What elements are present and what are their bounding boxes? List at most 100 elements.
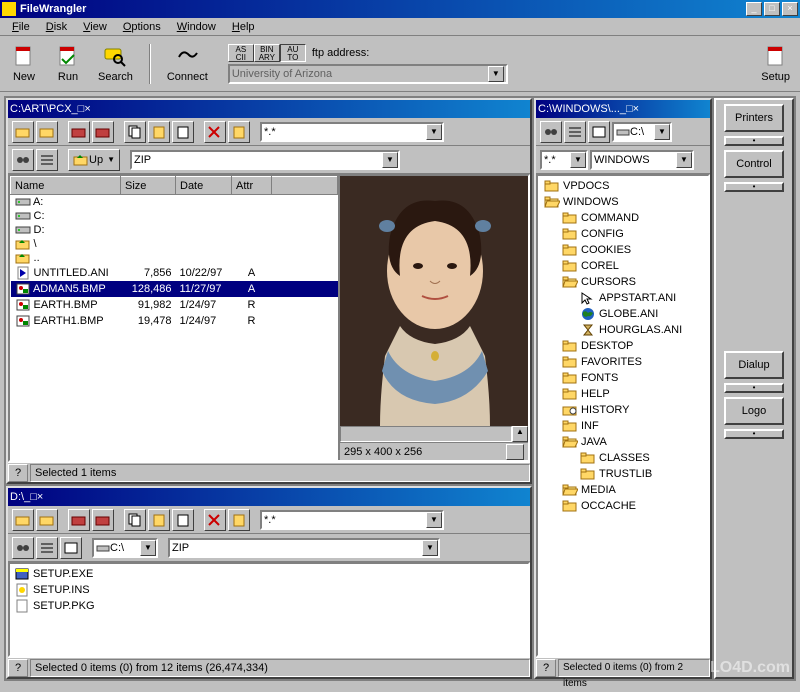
ftp-address-input[interactable]: University of Arizona ▼: [228, 64, 508, 84]
folder-new-icon[interactable]: [12, 509, 34, 531]
dialup-button[interactable]: Dialup: [724, 351, 784, 379]
table-row[interactable]: A:: [11, 195, 338, 210]
pane2-close[interactable]: ×: [37, 491, 43, 503]
pane2-file-list[interactable]: SETUP.EXESETUP.INSSETUP.PKG: [8, 562, 530, 657]
cut-icon[interactable]: [172, 509, 194, 531]
table-row[interactable]: ADMAN5.BMP128,48611/27/97A: [11, 281, 338, 297]
menu-help[interactable]: Help: [224, 19, 263, 35]
search-button[interactable]: Search: [92, 43, 139, 85]
tree-node[interactable]: CLASSES: [540, 450, 706, 466]
folder-icon[interactable]: [36, 509, 58, 531]
dropdown-icon[interactable]: ▼: [140, 540, 156, 556]
pane1-filter[interactable]: *.*▼: [260, 122, 444, 142]
maximize-button[interactable]: □: [764, 2, 780, 16]
table-row[interactable]: EARTH.BMP91,9821/24/97R: [11, 297, 338, 313]
connect-button[interactable]: Connect: [161, 43, 214, 85]
pane3-tree[interactable]: VPDOCSWINDOWSCOMMANDCONFIGCOOKIESCORELCU…: [536, 174, 710, 657]
tree-node[interactable]: HOURGLAS.ANI: [540, 322, 706, 338]
pane1-maximize[interactable]: □: [78, 103, 85, 115]
tree-node[interactable]: DESKTOP: [540, 338, 706, 354]
paste-icon[interactable]: [148, 509, 170, 531]
dropdown-icon[interactable]: ▼: [654, 124, 670, 140]
tree-node[interactable]: CURSORS: [540, 274, 706, 290]
pane2-drive[interactable]: C:\▼: [92, 538, 158, 558]
pane3-maximize[interactable]: □: [626, 103, 633, 115]
tree-node[interactable]: TRUSTLIB: [540, 466, 706, 482]
folder-icon[interactable]: [36, 121, 58, 143]
properties-icon[interactable]: [228, 121, 250, 143]
list-item[interactable]: SETUP.PKG: [12, 598, 526, 614]
logo-button[interactable]: Logo: [724, 397, 784, 425]
col-attr[interactable]: Attr: [232, 177, 272, 195]
binoculars-icon[interactable]: [12, 537, 34, 559]
tree-node[interactable]: INF: [540, 418, 706, 434]
dropdown-icon[interactable]: ▼: [570, 152, 586, 168]
dropdown-icon[interactable]: ▼: [676, 152, 692, 168]
properties-icon[interactable]: [228, 509, 250, 531]
tree-node[interactable]: COOKIES: [540, 242, 706, 258]
pane1-titlebar[interactable]: C:\ART\PCX _ □ ×: [8, 100, 530, 118]
pane1-close[interactable]: ×: [84, 103, 90, 115]
list-icon[interactable]: [36, 149, 58, 171]
table-row[interactable]: C:: [11, 209, 338, 223]
pane2-titlebar[interactable]: D:\ _ □ ×: [8, 488, 530, 506]
dropdown-icon[interactable]: ▼: [382, 152, 398, 168]
folder-new-icon[interactable]: [12, 121, 34, 143]
help-icon[interactable]: ?: [8, 464, 28, 482]
control-button[interactable]: Control: [724, 150, 784, 178]
help-icon[interactable]: ?: [8, 659, 28, 677]
pane3-close[interactable]: ×: [633, 103, 639, 115]
paste-icon[interactable]: [148, 121, 170, 143]
pane3-path[interactable]: WINDOWS▼: [590, 150, 694, 170]
cut-icon[interactable]: [172, 121, 194, 143]
pane3-titlebar[interactable]: C:\WINDOWS\... _ □ ×: [536, 100, 710, 118]
pane2-filter[interactable]: *.*▼: [260, 510, 444, 530]
tree-node[interactable]: APPSTART.ANI: [540, 290, 706, 306]
up-button[interactable]: Up ▼: [68, 149, 120, 171]
dropdown-icon[interactable]: ▼: [426, 124, 442, 140]
window-icon[interactable]: [588, 121, 610, 143]
tree-node[interactable]: HELP: [540, 386, 706, 402]
list-icon[interactable]: [36, 537, 58, 559]
pane1-file-table[interactable]: Name Size Date Attr A: C: D: \ .. UNTITL…: [10, 176, 338, 460]
pane1-compress[interactable]: ZIP▼: [130, 150, 400, 170]
pane3-filter[interactable]: *.*▼: [540, 150, 588, 170]
table-row[interactable]: D:: [11, 223, 338, 237]
dropdown-icon[interactable]: ▼: [422, 540, 438, 556]
tree-node[interactable]: HISTORY: [540, 402, 706, 418]
col-date[interactable]: Date: [176, 177, 232, 195]
pane3-drive[interactable]: C:\▼: [612, 122, 672, 142]
delete-icon[interactable]: [204, 121, 226, 143]
binoculars-icon[interactable]: [12, 149, 34, 171]
folder-up-icon[interactable]: [68, 121, 90, 143]
table-row[interactable]: ..: [11, 251, 338, 265]
menu-options[interactable]: Options: [115, 19, 169, 35]
pane2-maximize[interactable]: □: [30, 491, 37, 503]
ftp-dropdown-icon[interactable]: ▼: [488, 66, 504, 82]
tree-node[interactable]: FAVORITES: [540, 354, 706, 370]
list-item[interactable]: SETUP.INS: [12, 582, 526, 598]
table-row[interactable]: \: [11, 237, 338, 251]
col-size[interactable]: Size: [121, 177, 176, 195]
pane2-compress[interactable]: ZIP▼: [168, 538, 440, 558]
dropdown-icon[interactable]: ▼: [426, 512, 442, 528]
binoculars-icon[interactable]: [540, 121, 562, 143]
printers-button[interactable]: Printers: [724, 104, 784, 132]
menu-view[interactable]: View: [75, 19, 115, 35]
tree-node[interactable]: FONTS: [540, 370, 706, 386]
help-icon[interactable]: ?: [536, 659, 556, 677]
tree-node[interactable]: OCCACHE: [540, 498, 706, 514]
folder-up2-icon[interactable]: [92, 121, 114, 143]
menu-window[interactable]: Window: [169, 19, 224, 35]
tree-node[interactable]: VPDOCS: [540, 178, 706, 194]
table-row[interactable]: UNTITLED.ANI7,85610/22/97A: [11, 265, 338, 281]
window-icon[interactable]: [60, 537, 82, 559]
ascii-mode-button[interactable]: AS CII: [228, 44, 254, 62]
preview-options-icon[interactable]: [506, 444, 524, 460]
menu-file[interactable]: File: [4, 19, 38, 35]
delete-icon[interactable]: [204, 509, 226, 531]
folder-up2-icon[interactable]: [92, 509, 114, 531]
list-item[interactable]: SETUP.EXE: [12, 566, 526, 582]
new-button[interactable]: New: [4, 43, 44, 85]
menu-disk[interactable]: Disk: [38, 19, 75, 35]
